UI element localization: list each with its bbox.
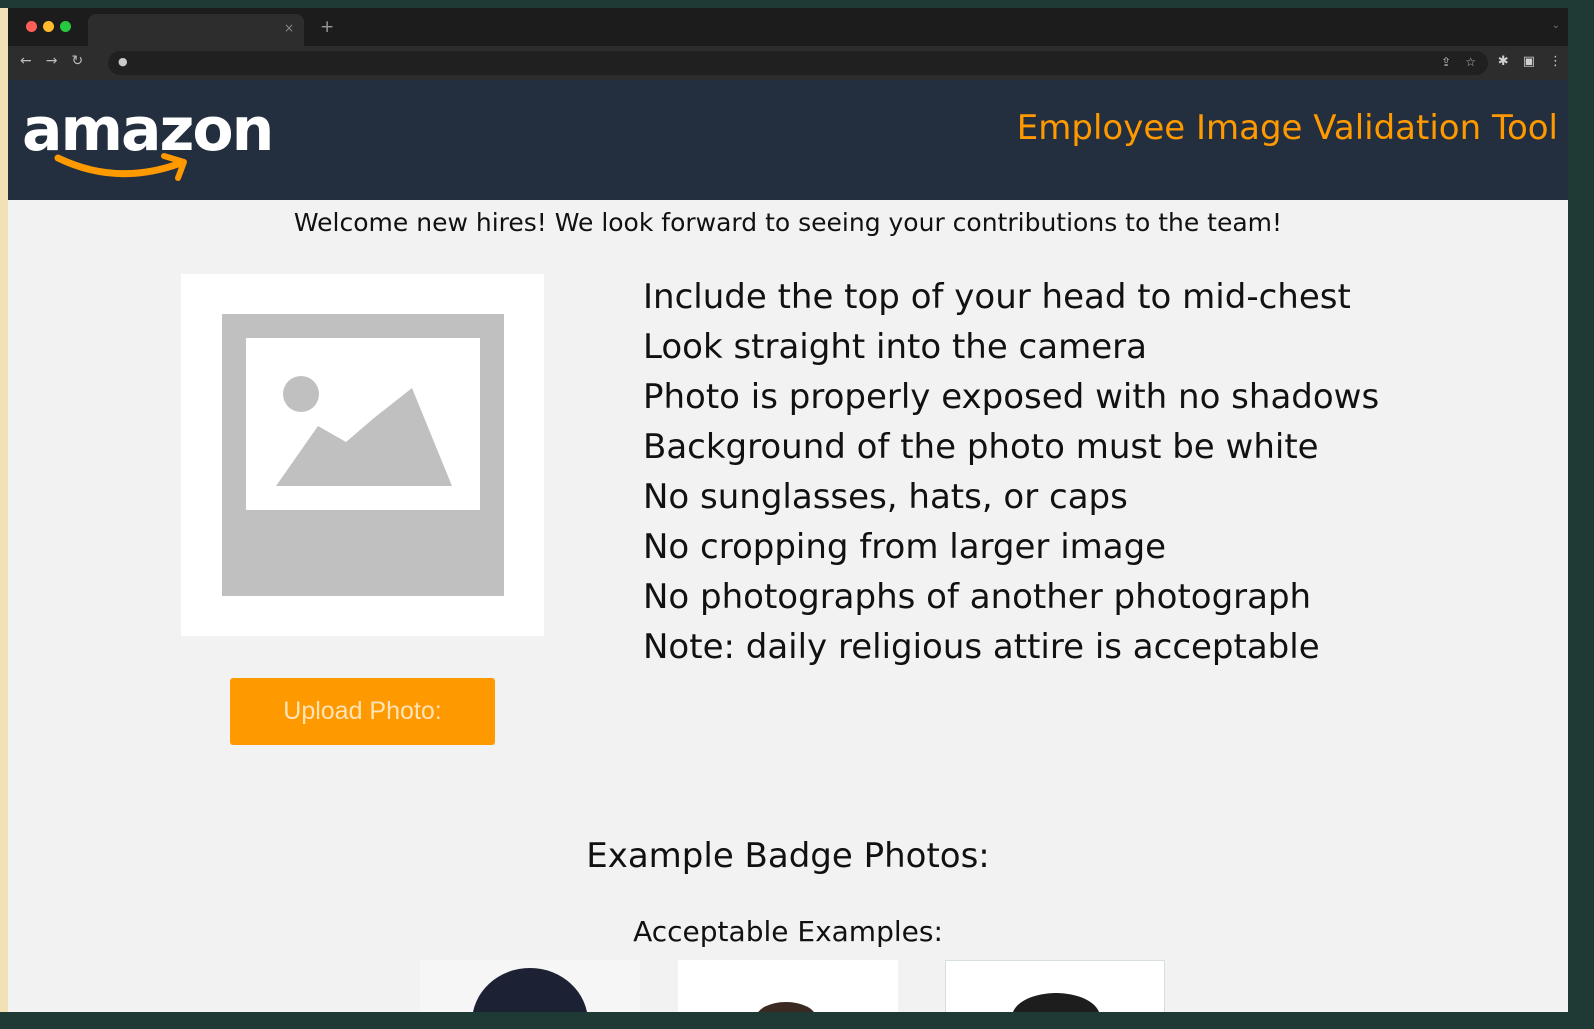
guideline-item: No sunglasses, hats, or caps <box>643 477 1128 517</box>
tab-close-icon[interactable]: × <box>284 21 294 35</box>
share-icon[interactable]: ⇪ <box>1441 55 1451 69</box>
back-arrow-icon[interactable]: ← <box>20 53 32 69</box>
outer-frame-bottom <box>0 1012 1594 1029</box>
browser-tab[interactable]: × <box>88 14 304 46</box>
reload-icon[interactable]: ↻ <box>71 53 83 69</box>
tab-search-icon[interactable]: ⌄ <box>1552 20 1560 31</box>
person-photo-icon <box>1012 993 1100 1012</box>
outer-frame-top <box>0 0 1594 8</box>
guideline-item: Note: daily religious attire is acceptab… <box>643 627 1320 667</box>
page-title: Employee Image Validation Tool <box>1016 108 1558 148</box>
window-controls <box>26 21 71 32</box>
maximize-window-button[interactable] <box>60 21 71 32</box>
example-photo <box>420 960 640 1012</box>
person-photo-icon <box>758 1002 814 1012</box>
photo-guidelines: Include the top of your head to mid-ches… <box>643 272 1379 672</box>
site-header: amazon Employee Image Validation Tool <box>8 80 1568 200</box>
smile-arrow-icon <box>54 153 187 181</box>
welcome-message: Welcome new hires! We look forward to se… <box>293 208 1283 237</box>
guideline-item: No photographs of another photograph <box>643 577 1312 617</box>
amazon-logo[interactable]: amazon <box>20 94 282 184</box>
photo-preview <box>181 274 544 636</box>
forward-arrow-icon[interactable]: → <box>46 53 58 69</box>
browser-window: × + ⌄ ← → ↻ ● ⇪ ☆ ✱ ▣ ⋮ amazon Employee … <box>8 8 1568 1012</box>
browser-menu-icon[interactable]: ⋮ <box>1549 54 1562 69</box>
acceptable-examples-heading: Acceptable Examples: <box>633 915 943 948</box>
side-panel-icon[interactable]: ▣ <box>1523 54 1535 69</box>
new-tab-icon[interactable]: + <box>320 17 334 37</box>
tab-bar: × + ⌄ <box>8 8 1568 46</box>
outer-frame-right <box>1568 0 1594 1029</box>
image-placeholder-icon <box>222 314 504 596</box>
browser-toolbar: ← → ↻ ● ⇪ ☆ ✱ ▣ ⋮ <box>8 46 1568 80</box>
guideline-item: Photo is properly exposed with no shadow… <box>643 377 1380 417</box>
close-window-button[interactable] <box>26 21 37 32</box>
examples-heading: Example Badge Photos: <box>586 836 990 876</box>
guideline-item: Background of the photo must be white <box>643 427 1319 467</box>
minimize-window-button[interactable] <box>43 21 54 32</box>
extensions-puzzle-icon[interactable]: ✱ <box>1498 54 1509 69</box>
lock-icon[interactable]: ● <box>118 55 128 68</box>
guideline-item: Look straight into the camera <box>643 327 1147 367</box>
person-photo-icon <box>473 968 587 1012</box>
address-bar[interactable]: ● ⇪ ☆ <box>108 51 1488 75</box>
example-photo <box>678 960 898 1012</box>
guideline-item: Include the top of your head to mid-ches… <box>643 277 1351 317</box>
upload-photo-button[interactable]: Upload Photo: <box>230 678 495 745</box>
bookmark-star-icon[interactable]: ☆ <box>1465 55 1476 69</box>
guideline-item: No cropping from larger image <box>643 527 1167 567</box>
example-photo <box>945 960 1165 1012</box>
